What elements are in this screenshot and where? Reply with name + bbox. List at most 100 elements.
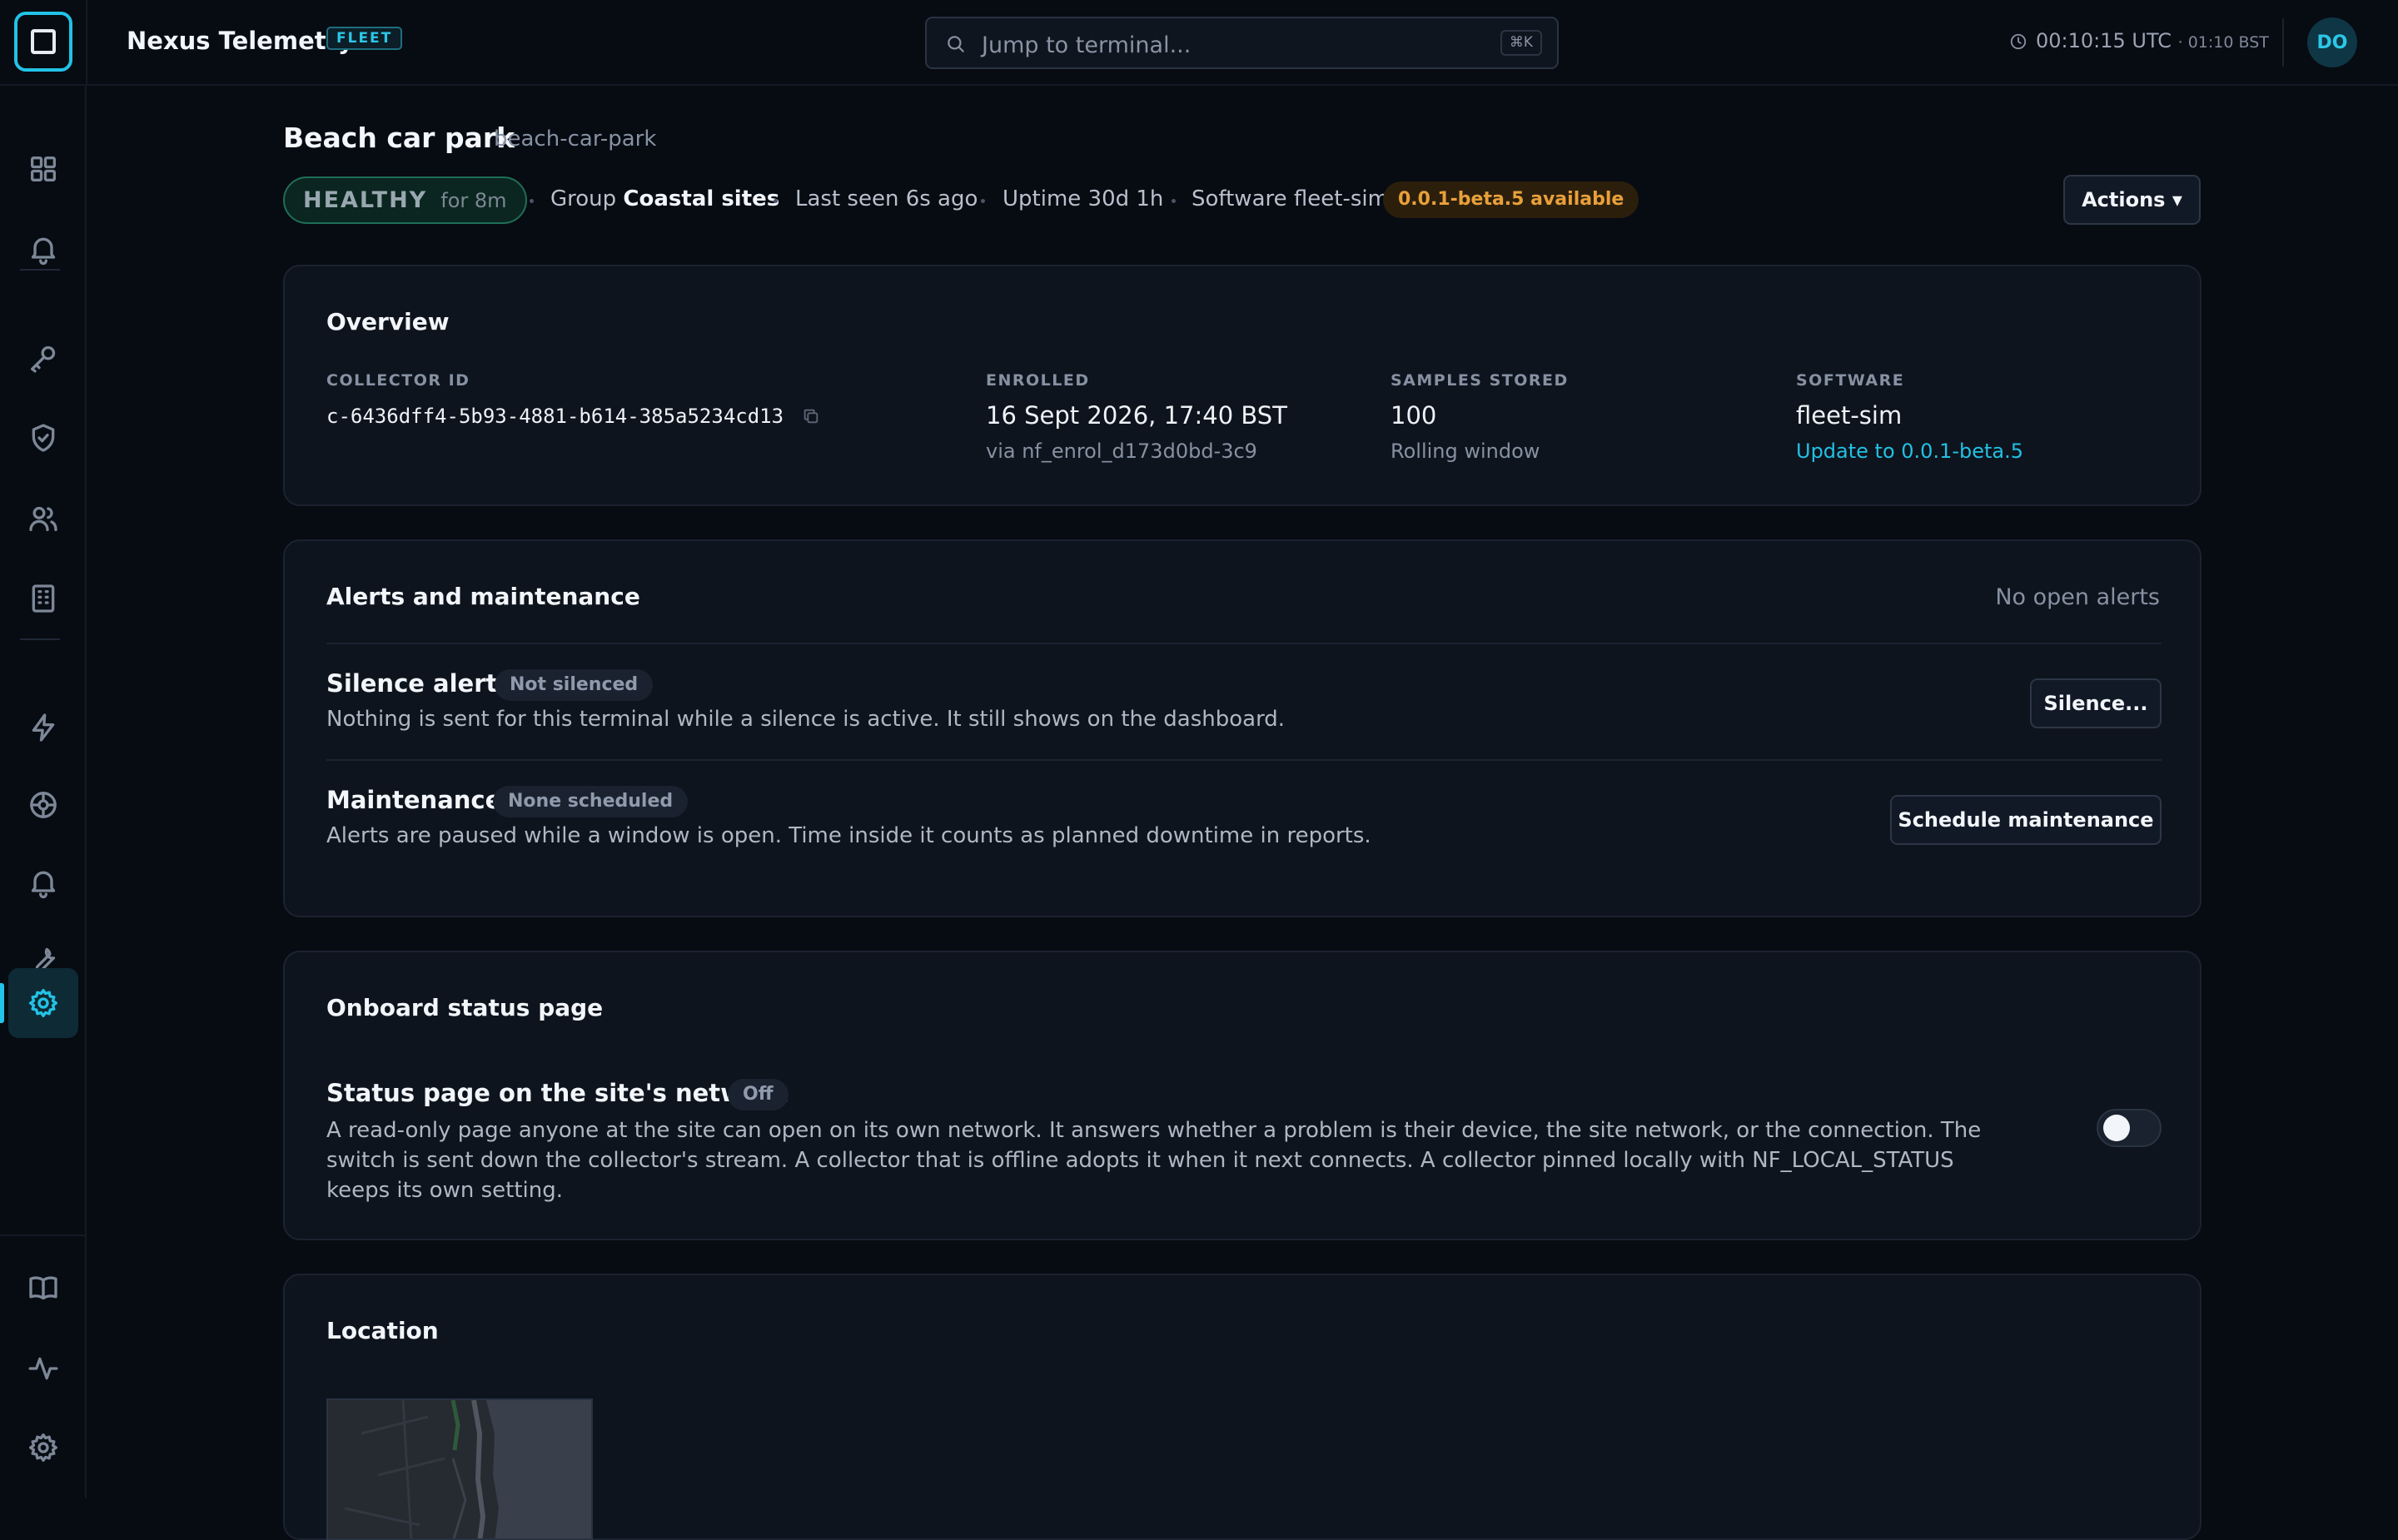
bell-icon [31, 237, 56, 266]
update-available-badge[interactable]: 0.0.1-beta.5 available [1383, 181, 1639, 218]
separator-dot [530, 199, 534, 203]
enrolled-value: 16 Sept 2026, 17:40 BST [986, 401, 1287, 430]
sidebar-item-users[interactable] [8, 484, 78, 554]
sidebar-item-activity[interactable] [8, 1334, 78, 1403]
update-link[interactable]: Update to 0.0.1-beta.5 [1796, 440, 2023, 463]
app-logo-icon[interactable] [14, 12, 72, 72]
sidebar-item-dashboard[interactable] [8, 134, 78, 204]
maintenance-title: Maintenance [326, 786, 502, 814]
divider [326, 643, 2162, 644]
maintenance-status-badge: None scheduled [493, 786, 689, 817]
sidebar-item-keys[interactable] [8, 323, 78, 393]
copy-icon[interactable] [802, 407, 820, 425]
clock-local: · 01:10 BST [2177, 33, 2269, 52]
shortcut-hint: ⌘K [1500, 30, 1542, 56]
sidebar-item-alerts[interactable] [8, 214, 78, 284]
status-page-toggle[interactable] [2097, 1109, 2162, 1147]
card-title: Location [326, 1317, 439, 1344]
schedule-maintenance-button[interactable]: Schedule maintenance [1890, 795, 2162, 845]
status-page-description: A read-only page anyone at the site can … [326, 1118, 1982, 1203]
page-title: Beach car park [283, 122, 515, 154]
map-image [328, 1400, 591, 1538]
onboard-status-page-card: Onboard status page Status page on the s… [283, 951, 2201, 1240]
building-icon [32, 584, 55, 613]
actions-button[interactable]: Actions ▾ [2063, 175, 2201, 225]
sidebar-item-notifications[interactable] [8, 847, 78, 917]
silence-alerts-title: Silence alerts [326, 669, 512, 698]
overview-card: Overview COLLECTOR ID c-6436dff4-5b93-48… [283, 265, 2201, 506]
separator-dot [1172, 199, 1176, 203]
clock-icon [2010, 33, 2027, 50]
activity-pulse-icon [28, 1357, 58, 1380]
sidebar-item-preferences[interactable] [8, 1413, 78, 1483]
group-label: Group [550, 186, 617, 211]
sidebar-item-settings[interactable] [8, 968, 78, 1038]
sidebar-item-events[interactable] [8, 693, 78, 763]
collector-id-field: COLLECTOR ID c-6436dff4-5b93-4881-b614-3… [326, 371, 820, 428]
sidebar-item-docs[interactable] [8, 1253, 78, 1323]
group-link[interactable]: Coastal sites [623, 186, 779, 211]
silence-status-badge: Not silenced [495, 669, 654, 701]
sidebar-item-sites[interactable] [8, 564, 78, 633]
sidebar-item-security[interactable] [8, 403, 78, 473]
collector-id-text: c-6436dff4-5b93-4881-b614-385a5234cd13 [326, 405, 784, 428]
divider [86, 0, 87, 86]
maintenance-description: Alerts are paused while a window is open… [326, 823, 1371, 848]
divider [326, 759, 2162, 761]
field-label: SAMPLES STORED [1391, 371, 1569, 390]
status-page-setting-title: Status page on the site's network [326, 1079, 788, 1107]
software-value: fleet-sim [1796, 401, 1903, 430]
terminal-slug: beach-car-park [494, 127, 657, 152]
search-placeholder: Jump to terminal... [982, 32, 1192, 58]
health-status-badge: HEALTHY for 8m [283, 176, 527, 224]
field-label: SOFTWARE [1796, 371, 1905, 390]
last-seen: Last seen 6s ago [795, 186, 978, 211]
book-open-icon [29, 1276, 57, 1300]
fleet-badge: FLEET [326, 27, 403, 50]
status-row: HEALTHY for 8m Group Coastal sites Last … [283, 176, 2201, 225]
field-label: ENROLLED [986, 371, 1090, 390]
divider [2282, 18, 2284, 67]
dashboard-grid-icon [31, 156, 56, 181]
status-page-state-badge: Off [728, 1079, 789, 1110]
enrolled-field: ENROLLED 16 Sept 2026, 17:40 BST via nf_… [986, 371, 1287, 463]
active-indicator [0, 983, 4, 1023]
card-title: Alerts and maintenance [326, 583, 640, 610]
field-label: COLLECTOR ID [326, 371, 470, 390]
separator-dot [774, 199, 778, 203]
sidebar [0, 86, 87, 1498]
location-map[interactable] [326, 1398, 593, 1540]
card-title: Overview [326, 308, 450, 335]
toggle-knob [2103, 1115, 2130, 1141]
divider [20, 638, 60, 640]
software-field: SOFTWARE fleet-sim Update to 0.0.1-beta.… [1796, 371, 2023, 463]
user-avatar[interactable]: DO [2307, 17, 2357, 67]
open-alerts-status: No open alerts [1995, 584, 2160, 610]
samples-value: 100 [1391, 401, 1437, 430]
sidebar-item-network[interactable] [8, 770, 78, 840]
globe-target-icon [30, 792, 57, 818]
samples-field: SAMPLES STORED 100 Rolling window [1391, 371, 1569, 463]
divider [20, 269, 60, 271]
silence-description: Nothing is sent for this terminal while … [326, 707, 1286, 732]
top-bar: Nexus Telemetry FLEET Jump to terminal..… [0, 0, 2398, 86]
search-input[interactable]: Jump to terminal... ⌘K [925, 17, 1559, 69]
separator-dot [981, 199, 985, 203]
location-card: Location [283, 1274, 2201, 1540]
gear-icon [29, 1433, 58, 1462]
alerts-maintenance-card: Alerts and maintenance No open alerts Si… [283, 539, 2201, 917]
card-title: Onboard status page [326, 994, 604, 1021]
search-icon [948, 36, 964, 52]
clock-utc: 00:10:15 UTC [2036, 29, 2172, 52]
enrolled-token: via nf_enrol_d173d0bd-3c9 [986, 440, 1257, 463]
samples-sub: Rolling window [1391, 440, 1540, 463]
uptime: Uptime 30d 1h [1002, 186, 1164, 211]
health-label: HEALTHY [303, 187, 428, 213]
group-meta: Group Coastal sites [550, 186, 779, 211]
clock: 00:10:15 UTC · 01:10 BST [2009, 29, 2269, 52]
app-title: Nexus Telemetry [127, 27, 354, 55]
lightning-icon [32, 713, 55, 742]
bell-icon [31, 871, 56, 899]
silence-button[interactable]: Silence... [2030, 678, 2162, 728]
shield-check-icon [32, 424, 55, 452]
